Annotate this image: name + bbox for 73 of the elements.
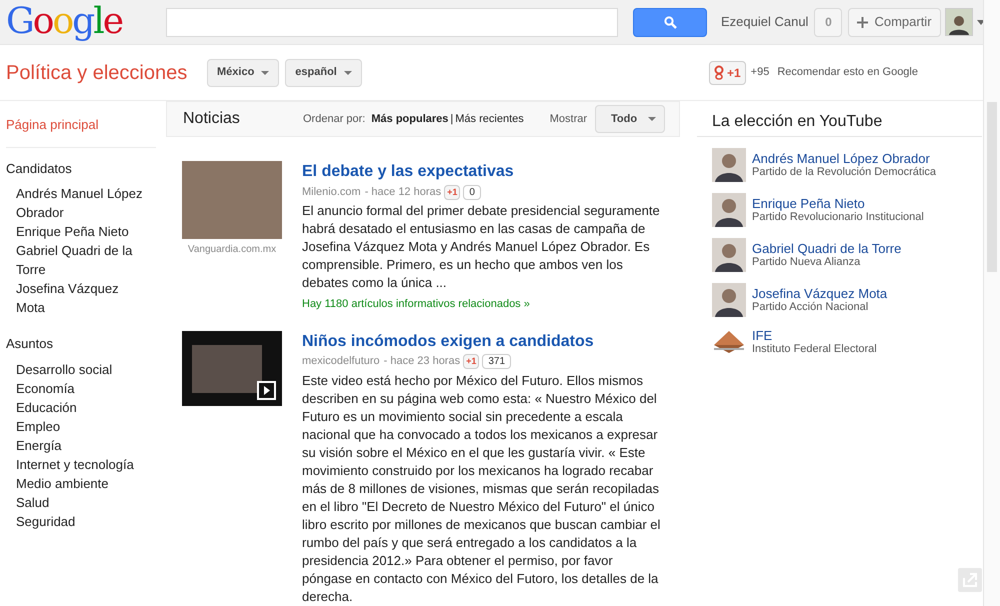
channel-party: Partido Nueva Alianza [752, 256, 862, 269]
play-icon [257, 380, 276, 400]
sidebar-item[interactable]: Empleo [16, 416, 148, 436]
channel-party: Partido de la Revolución Democrática [752, 166, 936, 179]
filter-dropdown[interactable]: español [285, 58, 362, 86]
avatar[interactable] [944, 8, 973, 36]
photo-credit: Vanguardia.com.mx [188, 243, 276, 257]
channel-name[interactable]: IFE [752, 328, 877, 343]
show-label: Mostrar [550, 112, 588, 127]
sidebar-item[interactable]: Desarrollo social [16, 360, 148, 378]
plus-icon [857, 16, 868, 28]
article-snippet: Este video está hecho por México del Futuro. Ellos mismos describen en su página web como esta: « Nuestro México del Futuro es un movimiento social sin precedente a escala nacional que ha convocado a todos los mexicanos a expresar su visión sobre el México en el que les gustaría vivir. « Este movimiento construido por los mexicanos ha logrado recabar más de 8 millones de visiones, mismas que serán recopiladas en el libro "El Decreto de Nuestro México del Futuro" el único libro escrito por millones de mexicanos que buscan cambiar el rumbo del país y que será entregado a los candidatos a la presidencia 2012.» Para obtener el permiso, por favor póngase en contacto con México del Futoro, los detalles de la derecha. [302, 372, 662, 606]
sidebar-heading: Asuntos [6, 335, 54, 353]
plus-one-count: 0 [463, 184, 481, 200]
article-source: Milenio.com [302, 184, 361, 200]
share-button[interactable]: Compartir [848, 8, 941, 36]
channel-name[interactable]: Andrés Manuel López Obrador [752, 151, 936, 166]
plus-one-button[interactable]: +1 [444, 184, 460, 200]
channel-name[interactable]: Gabriel Quadri de la Torre [752, 241, 902, 256]
avatar[interactable] [712, 193, 746, 227]
article-time: - hace 23 horas [384, 354, 460, 370]
caret-icon [261, 70, 270, 74]
avatar[interactable] [712, 238, 746, 272]
sidebar-item[interactable]: Educación [16, 398, 148, 416]
channel-name[interactable]: Enrique Peña Nieto [752, 196, 924, 211]
channel-name[interactable]: Josefina Vázquez Mota [752, 286, 888, 301]
sidebar-item[interactable]: Energía [16, 436, 148, 454]
plus-one-count: 371 [482, 354, 512, 369]
avatar[interactable] [712, 148, 746, 182]
article-source: mexicodelfuturo [302, 354, 380, 370]
section-title: Noticias [183, 109, 241, 129]
user-name[interactable]: Ezequiel Canul [721, 12, 808, 32]
sidebar-item[interactable]: Salud [16, 492, 148, 512]
related-articles-link[interactable]: Hay 1180 artículos informativos relacionados » [302, 296, 670, 312]
article-snippet: El anuncio formal del primer debate presidencial seguramente habrá desatado el entusiasmo en las casas de campaña de Josefina Vázquez Mota y Andrés Manuel López Obrador. Es comprensible. Primero, es un hecho que ambos ven los debates como la única ... [302, 202, 661, 292]
caret-icon [344, 70, 352, 74]
filter-dropdown[interactable]: México [207, 58, 280, 86]
search-button[interactable] [633, 8, 707, 36]
recommend-text: Recomendar esto en Google [777, 65, 918, 80]
ballot-box-icon[interactable] [712, 329, 746, 355]
show-dropdown[interactable]: Todo [595, 105, 666, 133]
sort-option[interactable]: Más populares [371, 110, 448, 128]
channel-party: Instituto Federal Electoral [752, 343, 877, 356]
sort-option[interactable]: Más recientes [455, 110, 524, 128]
sidebar-item[interactable]: Página principal [6, 115, 156, 148]
article-title[interactable]: Niños incómodos exigen a candidatos [302, 330, 670, 352]
channel-party: Partido Acción Nacional [752, 301, 870, 314]
separator: | [450, 112, 454, 127]
sidebar-item[interactable]: Medio ambiente [16, 474, 148, 492]
plus-one-button[interactable]: +1 [463, 354, 480, 369]
scrollbar[interactable] [983, 0, 1000, 606]
google-logo[interactable]: Google [6, 4, 156, 40]
section-title: La elección en YouTube [697, 101, 982, 137]
search-field[interactable] [166, 8, 618, 36]
sidebar-item[interactable]: Seguridad [16, 512, 148, 530]
avatar[interactable] [712, 283, 746, 317]
sidebar-item[interactable]: Internet y tecnología [16, 454, 148, 474]
article-time: - hace 12 horas [364, 184, 442, 200]
sidebar-item[interactable]: Gabriel Quadri de la Torre [16, 241, 148, 279]
sidebar-item[interactable]: Andrés Manuel López Obrador [16, 184, 148, 222]
sidebar-heading: Candidatos [6, 160, 73, 178]
article-title[interactable]: El debate y las expectativas [302, 161, 670, 183]
plus-one-count: +95 [750, 65, 770, 80]
sidebar-item[interactable]: Economía [16, 378, 148, 398]
page-title: Política y elecciones [6, 60, 188, 86]
search-icon [664, 16, 676, 28]
plus-one-button[interactable]: +1 [708, 60, 746, 84]
sidebar-item[interactable]: Josefina Vázquez Mota [16, 279, 148, 317]
channel-party: Partido Revolucionario Institucional [752, 211, 924, 224]
sidebar-item[interactable]: Enrique Peña Nieto [16, 222, 148, 241]
caret-icon [648, 117, 656, 121]
video-thumbnail[interactable] [182, 330, 282, 406]
sort-label: Ordenar por: [303, 112, 366, 127]
